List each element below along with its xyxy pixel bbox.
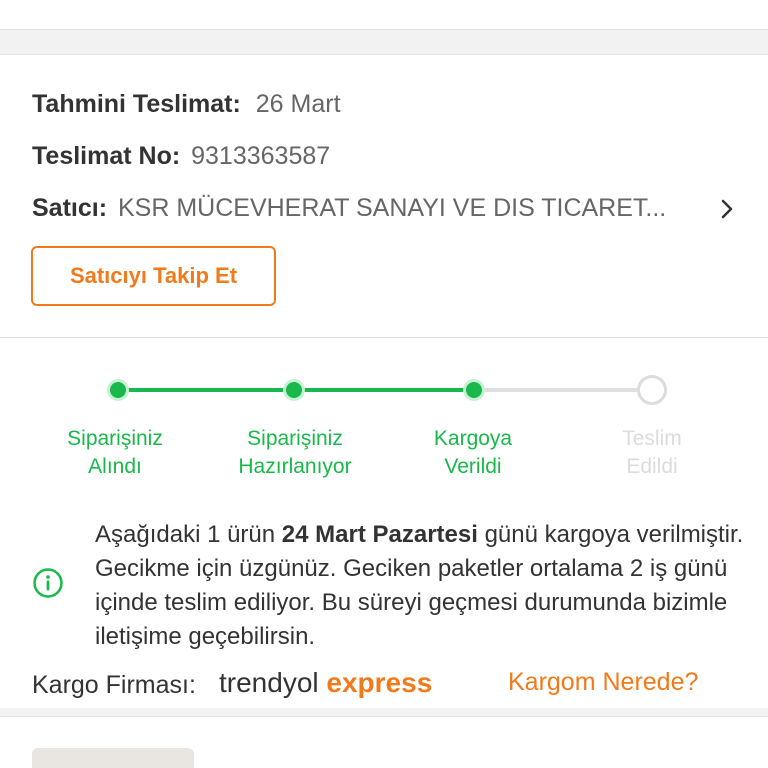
step-label-preparing: Siparişiniz Hazırlanıyor: [220, 425, 370, 481]
seller-name[interactable]: KSR MÜCEVHERAT SANAYI VE DIS TICARET...: [118, 194, 666, 222]
follow-seller-button[interactable]: Satıcıyı Takip Et: [31, 246, 276, 306]
logo-text: trendyol: [219, 667, 319, 698]
chevron-right-icon[interactable]: [717, 196, 737, 222]
step-label-received: Siparişiniz Alındı: [40, 425, 190, 481]
delivery-number-value: 9313363587: [191, 142, 331, 170]
step-label-shipped: Kargoya Verildi: [398, 425, 548, 481]
info-circle-icon: [33, 568, 63, 598]
shipment-delay-notice: Aşağıdaki 1 ürün 24 Mart Pazartesi günü …: [95, 518, 768, 654]
step-label-line: Edildi: [626, 455, 678, 478]
step-dot-received: [107, 379, 129, 401]
notice-text: Aşağıdaki 1 ürün: [95, 521, 282, 548]
delivery-number-label: Teslimat No:: [32, 142, 181, 170]
step-label-line: Hazırlanıyor: [238, 455, 352, 478]
seller-row[interactable]: Satıcı: KSR MÜCEVHERAT SANAYI VE DIS TIC…: [32, 193, 666, 223]
step-label-line: Kargoya: [433, 427, 513, 450]
notice-date: 24 Mart Pazartesi: [281, 521, 478, 548]
step-dot-delivered: [637, 375, 667, 405]
seller-label: Satıcı:: [32, 194, 108, 222]
previous-card: [0, 0, 768, 30]
delivery-number-row: Teslimat No: 9313363587: [32, 141, 330, 171]
step-label-line: Alındı: [88, 455, 142, 478]
step-label-delivered: Teslim Edildi: [577, 425, 727, 481]
product-thumbnail[interactable]: [32, 748, 194, 768]
progress-line-3: [474, 388, 652, 392]
progress-line-1: [118, 388, 294, 392]
step-label-line: Teslim: [622, 427, 682, 450]
step-label-line: Siparişiniz: [67, 427, 163, 450]
step-dot-preparing: [283, 379, 305, 401]
cargo-company-logo: trendyol express: [219, 666, 432, 700]
step-label-line: Siparişiniz: [247, 427, 343, 450]
cargo-company-label: Kargo Firması:: [32, 671, 196, 699]
estimated-delivery-row: Tahmini Teslimat: 26 Mart: [32, 89, 341, 119]
progress-line-2: [294, 388, 474, 392]
estimated-delivery-label: Tahmini Teslimat:: [32, 90, 241, 118]
step-dot-shipped: [463, 379, 485, 401]
estimated-delivery-value: 26 Mart: [255, 90, 341, 118]
logo-text: express: [326, 667, 433, 698]
step-label-line: Verildi: [444, 455, 502, 478]
track-package-link[interactable]: Kargom Nerede?: [508, 667, 698, 697]
